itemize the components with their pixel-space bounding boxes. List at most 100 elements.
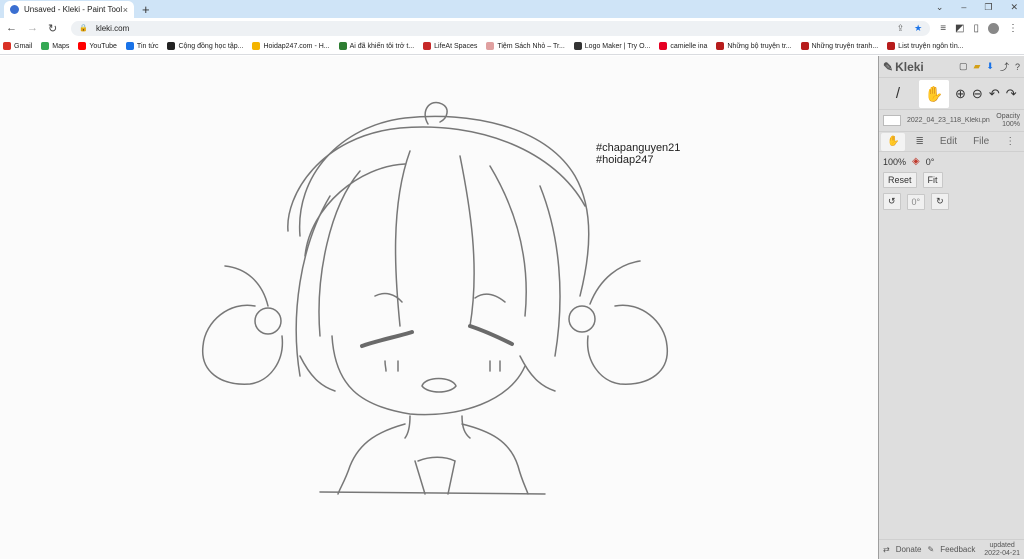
reload-icon[interactable]: ↻ bbox=[48, 22, 57, 35]
close-window-button[interactable]: ✕ bbox=[1010, 2, 1018, 13]
brush-tool-icon[interactable]: / bbox=[883, 80, 913, 108]
share-panel-icon[interactable]: ⤴ bbox=[1000, 60, 1009, 73]
close-tab-icon[interactable]: × bbox=[123, 5, 128, 15]
bookmark-label: Những truyện tranh... bbox=[811, 42, 879, 50]
bookmark-item[interactable]: Ai đã khiến tôi trở t... bbox=[338, 42, 415, 50]
back-icon[interactable]: ← bbox=[6, 22, 17, 34]
bookmark-item[interactable]: Tin tức bbox=[125, 42, 159, 50]
drawing-canvas[interactable]: #chapanguyen21 #hoidap247 bbox=[0, 56, 879, 559]
fit-button[interactable]: Fit bbox=[922, 172, 943, 188]
profile-avatar[interactable] bbox=[988, 22, 999, 34]
bookmark-item[interactable]: LifeAt Spaces bbox=[423, 42, 477, 50]
zoom-out-icon[interactable]: ⊖ bbox=[972, 86, 983, 102]
forward-icon[interactable]: → bbox=[27, 22, 38, 34]
browser-tabbar: Unsaved - Kleki - Paint Tool × + ⌄ – ❐ ✕ bbox=[0, 0, 1024, 18]
undo-icon[interactable]: ↶ bbox=[989, 86, 1000, 102]
bookmark-item[interactable]: Tiệm Sách Nhỏ – Tr... bbox=[486, 42, 565, 50]
browser-toolbar: ← → ↻ 🔒 kleki.com ⇪ ★ ≡ ◩ ▯ ⋮ bbox=[0, 18, 1024, 38]
share-icon[interactable]: ⇪ bbox=[897, 23, 905, 34]
opacity-value: 100% bbox=[1002, 120, 1020, 128]
tab-layers-icon[interactable]: ≣ bbox=[909, 133, 929, 151]
panel-header: ✎ Kleki ▢ ▰ ⬇ ⤴ ? bbox=[879, 56, 1024, 78]
bookmark-item[interactable]: Maps bbox=[41, 42, 69, 50]
tool-row: / ✋ ⊕ ⊖ ↶ ↷ bbox=[879, 78, 1024, 110]
new-image-icon[interactable]: ▢ bbox=[959, 61, 968, 72]
kleki-logo-icon: ✎ bbox=[883, 59, 894, 74]
rotate-left-icon[interactable]: ↺ bbox=[883, 193, 901, 210]
zoom-in-icon[interactable]: ⊕ bbox=[955, 86, 966, 102]
tab-more-icon[interactable]: ⋮ bbox=[999, 133, 1021, 151]
reset-button[interactable]: Reset bbox=[883, 172, 917, 188]
donate-link[interactable]: Donate bbox=[896, 545, 922, 554]
bookmark-label: List truyện ngôn tìn... bbox=[898, 42, 964, 50]
window-controls: ⌄ – ❐ ✕ bbox=[936, 2, 1018, 13]
bookmark-item[interactable]: camielle ina bbox=[659, 42, 707, 50]
kleki-logo[interactable]: ✎ Kleki bbox=[883, 60, 924, 74]
tab-title: Unsaved - Kleki - Paint Tool bbox=[24, 5, 123, 14]
rotate-value-button[interactable]: 0° bbox=[906, 193, 926, 210]
hashtag-chapanguyen21: #chapanguyen21 bbox=[596, 142, 681, 154]
tab-file[interactable]: File bbox=[967, 133, 995, 151]
bookmark-favicon-icon bbox=[573, 42, 582, 50]
feedback-icon: ✎ bbox=[927, 545, 935, 554]
sketch-drawing bbox=[202, 101, 668, 495]
bookmark-favicon-icon bbox=[167, 42, 176, 50]
menu-icon[interactable]: ⋮ bbox=[1008, 23, 1018, 34]
restore-button[interactable]: ❐ bbox=[984, 2, 992, 13]
opacity-readout: Opacity 100% bbox=[996, 113, 1020, 129]
lock-icon[interactable]: 🔒 bbox=[79, 24, 88, 32]
swap-side-icon[interactable]: ⇄ bbox=[883, 545, 890, 554]
kleki-brand-text: Kleki bbox=[895, 59, 924, 74]
help-icon[interactable]: ? bbox=[1015, 62, 1020, 72]
bookmark-favicon-icon bbox=[716, 42, 725, 50]
extensions-icon[interactable]: ◩ bbox=[955, 23, 964, 34]
download-icon[interactable]: ⬇ bbox=[986, 61, 994, 72]
rotation-readout: 0° bbox=[925, 156, 935, 167]
bookmark-favicon-icon bbox=[3, 42, 11, 50]
open-folder-icon[interactable]: ▰ bbox=[974, 61, 981, 72]
hand-tool-icon[interactable]: ✋ bbox=[919, 79, 949, 108]
side-panel-icon[interactable]: ▯ bbox=[973, 23, 979, 34]
hashtag-hoidap247: #hoidap247 bbox=[596, 154, 654, 166]
bookmark-favicon-icon bbox=[486, 42, 495, 50]
bookmark-item[interactable]: YouTube bbox=[78, 42, 117, 50]
updated-note: updated 2022-04-21 bbox=[984, 542, 1020, 558]
bookmark-favicon-icon bbox=[41, 42, 50, 50]
tab-hand-icon[interactable]: ✋ bbox=[881, 132, 906, 151]
bookmark-item[interactable]: Những truyện tranh... bbox=[800, 42, 879, 50]
minimize-button[interactable]: – bbox=[961, 2, 966, 13]
layer-thumbnail bbox=[883, 115, 901, 126]
bookmark-label: Tin tức bbox=[136, 42, 159, 50]
layer-row[interactable]: 2022_04_23_118_Kleki.png Opacity 100% bbox=[879, 110, 1024, 132]
bookmark-favicon-icon bbox=[800, 42, 809, 50]
bookmark-favicon-icon bbox=[338, 42, 347, 50]
media-control-icon[interactable]: ≡ bbox=[940, 23, 946, 34]
redo-icon[interactable]: ↷ bbox=[1006, 86, 1017, 102]
new-tab-button[interactable]: + bbox=[142, 2, 150, 17]
bookmark-item[interactable]: Gmail bbox=[3, 42, 32, 50]
bookmark-label: Ai đã khiến tôi trở t... bbox=[349, 42, 415, 50]
bookmark-favicon-icon bbox=[423, 42, 432, 50]
url-text: kleki.com bbox=[95, 23, 130, 33]
bookmark-item[interactable]: Hoidap247.com - H... bbox=[252, 42, 330, 50]
bookmark-favicon-icon bbox=[252, 42, 261, 50]
kleki-app: #chapanguyen21 #hoidap247 ✎ Kleki ▢ ▰ ⬇ ⤴… bbox=[0, 56, 1024, 559]
bookmark-star-icon[interactable]: ★ bbox=[914, 23, 922, 34]
bookmark-item[interactable]: Những bộ truyện tr... bbox=[716, 42, 792, 50]
tab-edit[interactable]: Edit bbox=[934, 133, 963, 151]
feedback-link[interactable]: Feedback bbox=[940, 545, 975, 554]
bookmark-item[interactable]: List truyện ngôn tìn... bbox=[887, 42, 964, 50]
zoom-readout: 100% bbox=[883, 156, 907, 167]
tab-search-icon[interactable]: ⌄ bbox=[936, 2, 944, 13]
bookmark-favicon-icon bbox=[125, 42, 134, 50]
address-bar[interactable]: 🔒 kleki.com ⇪ ★ bbox=[71, 20, 931, 36]
kleki-favicon-icon bbox=[10, 5, 19, 14]
compass-icon: ◈ bbox=[912, 156, 920, 167]
view-settings: 100% ◈ 0° Reset Fit ↺ 0° ↻ bbox=[879, 152, 1024, 219]
updated-date: 2022-04-21 bbox=[984, 549, 1020, 557]
bookmark-item[interactable]: Cộng đồng học tập... bbox=[167, 42, 243, 50]
browser-tab[interactable]: Unsaved - Kleki - Paint Tool × bbox=[4, 1, 134, 18]
bookmarks-bar: Gmail Maps YouTube Tin tức Cộng đồng học tập… bbox=[0, 38, 1024, 55]
rotate-right-icon[interactable]: ↻ bbox=[931, 193, 949, 210]
bookmark-item[interactable]: Logo Maker | Try O... bbox=[573, 42, 650, 50]
